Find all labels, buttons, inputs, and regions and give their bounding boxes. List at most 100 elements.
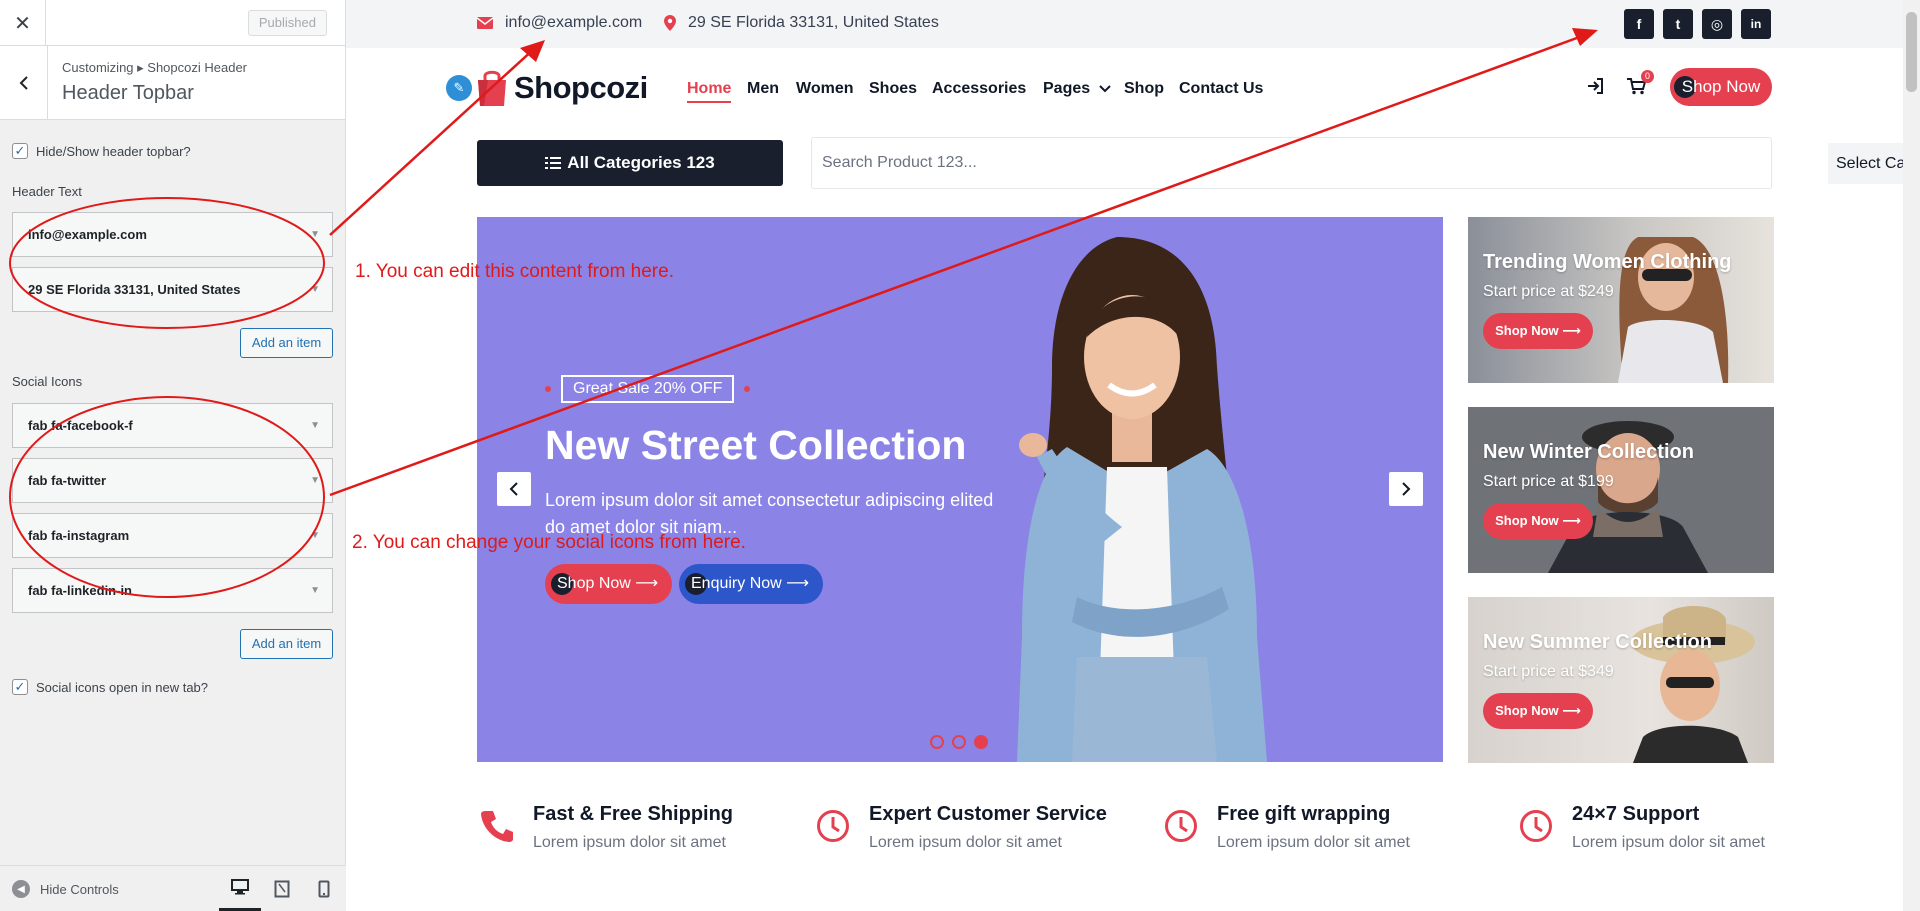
nav-home[interactable]: Home <box>687 80 732 103</box>
hide-controls-button[interactable]: ◀ Hide Controls <box>12 880 119 898</box>
search-input[interactable] <box>822 138 1502 188</box>
feature-title: Fast & Free Shipping <box>533 803 734 825</box>
social-icon-item[interactable]: fab fa-facebook-f ▼ <box>12 403 333 448</box>
feature-title: Expert Customer Service <box>869 803 1107 825</box>
nav-shop-now-button[interactable]: Shop Now <box>1670 68 1772 106</box>
feature-title: 24×7 Support <box>1572 803 1700 825</box>
social-icon-item-label: fab fa-twitter <box>28 473 106 488</box>
promo-subtitle: Start price at $249 <box>1483 283 1614 300</box>
annotation-note-2: 2. You can change your social icons from… <box>352 532 746 553</box>
clock-icon <box>1516 805 1556 845</box>
published-button[interactable]: Published <box>247 10 327 36</box>
site-logo[interactable]: ✎ Shopcozi <box>446 68 648 108</box>
instagram-icon[interactable]: ◎ <box>1702 9 1732 39</box>
promo-title: New Summer Collection <box>1483 631 1712 653</box>
caret-down-icon[interactable]: ▼ <box>310 268 320 311</box>
feature-title: Free gift wrapping <box>1217 803 1391 825</box>
promo-shop-now-button[interactable]: Shop Now ⟶ <box>1483 503 1593 539</box>
nav-men[interactable]: Men <box>747 80 779 98</box>
slider-dot-3[interactable] <box>974 735 988 749</box>
social-icon-item[interactable]: fab fa-instagram ▼ <box>12 513 333 558</box>
topbar-email[interactable]: info@example.com <box>477 14 642 32</box>
desktop-icon[interactable] <box>219 866 261 911</box>
hide-controls-label: Hide Controls <box>40 881 119 897</box>
hide-topbar-label: Hide/Show header topbar? <box>36 143 191 159</box>
close-icon[interactable]: ✕ <box>0 0 46 46</box>
slider-next-arrow-icon[interactable] <box>1389 472 1423 506</box>
social-icon-item-label: fab fa-instagram <box>28 528 130 543</box>
collapse-icon: ◀ <box>12 880 30 898</box>
slider-dot-2[interactable] <box>952 735 966 749</box>
all-categories-label: All Categories 123 <box>567 153 715 172</box>
add-social-item-button[interactable]: Add an item <box>240 629 333 659</box>
tag-dot <box>744 386 751 392</box>
caret-down-icon[interactable]: ▼ <box>310 404 320 447</box>
envelope-icon <box>477 17 493 29</box>
social-icon-item-label: fab fa-linkedin-in <box>28 583 132 598</box>
nav-contact[interactable]: Contact Us <box>1179 80 1263 98</box>
phone-icon <box>477 805 517 845</box>
header-text-item-label: 29 SE Florida 33131, United States <box>28 282 241 297</box>
feature-subtitle: Lorem ipsum dolor sit amet <box>869 834 1062 851</box>
twitter-icon[interactable]: t <box>1663 9 1693 39</box>
slider-dot-1[interactable] <box>930 735 944 749</box>
topbar-email-text: info@example.com <box>505 14 643 31</box>
clock-icon <box>813 805 853 845</box>
back-arrow-icon[interactable] <box>0 46 48 120</box>
hero-slider: Great Sale 20% OFF New Street Collection… <box>477 217 1443 762</box>
preview-scrollbar[interactable] <box>1903 0 1920 911</box>
add-header-item-button[interactable]: Add an item <box>240 328 333 358</box>
slider-prev-arrow-icon[interactable] <box>497 472 531 506</box>
caret-down-icon[interactable]: ▼ <box>310 459 320 502</box>
chevron-down-icon <box>1098 85 1111 93</box>
nav-pages[interactable]: Pages <box>1043 80 1111 98</box>
feature-subtitle: Lorem ipsum dolor sit amet <box>1572 834 1765 851</box>
customizer-topbar: ✕ Published <box>0 0 345 46</box>
hero-enquiry-button[interactable]: Enquiry Now ⟶ <box>679 564 824 604</box>
nav-shop[interactable]: Shop <box>1124 80 1164 98</box>
mobile-icon[interactable] <box>303 866 345 911</box>
feature-support: 24×7 Support Lorem ipsum dolor sit amet <box>1516 803 1765 852</box>
nav-shoes[interactable]: Shoes <box>869 80 917 98</box>
social-icon-item[interactable]: fab fa-twitter ▼ <box>12 458 333 503</box>
promo-title: Trending Women Clothing <box>1483 251 1732 273</box>
social-icons-label: Social Icons <box>12 374 83 389</box>
linkedin-icon[interactable]: in <box>1741 9 1771 39</box>
edit-pencil-icon[interactable]: ✎ <box>446 75 472 101</box>
header-text-item[interactable]: info@example.com ▼ <box>12 212 333 257</box>
login-icon[interactable] <box>1586 77 1604 100</box>
scrollbar-thumb[interactable] <box>1906 12 1917 92</box>
feature-subtitle: Lorem ipsum dolor sit amet <box>1217 834 1410 851</box>
promo-banner-women: Trending Women Clothing Start price at $… <box>1468 217 1774 383</box>
checkbox-checked-icon[interactable]: ✓ <box>12 679 28 695</box>
nav-accessories[interactable]: Accessories <box>932 80 1026 98</box>
feature-service: Expert Customer Service Lorem ipsum dolo… <box>813 803 1107 852</box>
caret-down-icon[interactable]: ▼ <box>310 569 320 612</box>
hero-shop-now-button[interactable]: Shop Now ⟶ <box>545 564 673 604</box>
promo-shop-now-button[interactable]: Shop Now ⟶ <box>1483 693 1593 729</box>
all-categories-button[interactable]: All Categories 123 <box>477 140 783 186</box>
customizer-sidebar: ✕ Published Customizing ▸ Shopcozi Heade… <box>0 0 346 911</box>
promo-subtitle: Start price at $199 <box>1483 473 1614 490</box>
new-tab-checkbox[interactable]: ✓ Social icons open in new tab? <box>12 679 208 695</box>
cart-icon[interactable]: 0 <box>1627 70 1654 100</box>
hide-topbar-checkbox[interactable]: ✓ Hide/Show header topbar? <box>12 143 191 159</box>
promo-shop-now-button[interactable]: Shop Now ⟶ <box>1483 313 1593 349</box>
header-text-item[interactable]: 29 SE Florida 33131, United States ▼ <box>12 267 333 312</box>
promo-button-label: Shop Now <box>1495 703 1559 718</box>
social-icon-item[interactable]: fab fa-linkedin-in ▼ <box>12 568 333 613</box>
checkbox-checked-icon[interactable]: ✓ <box>12 143 28 159</box>
hero-enquiry-label: Enquiry Now <box>691 575 782 592</box>
feature-shipping: Fast & Free Shipping Lorem ipsum dolor s… <box>477 803 734 852</box>
list-icon <box>545 157 562 169</box>
tablet-icon[interactable] <box>261 866 303 911</box>
promo-banner-winter: New Winter Collection Start price at $19… <box>1468 407 1774 573</box>
map-marker-icon <box>664 15 676 31</box>
hero-shop-now-label: Shop Now <box>557 575 631 592</box>
arrow-right-icon: ⟶ <box>786 575 810 592</box>
facebook-icon[interactable]: f <box>1624 9 1654 39</box>
breadcrumb: Customizing ▸ Shopcozi Header <box>62 60 248 75</box>
caret-down-icon[interactable]: ▼ <box>310 514 320 557</box>
caret-down-icon[interactable]: ▼ <box>310 213 320 256</box>
nav-women[interactable]: Women <box>796 80 853 98</box>
